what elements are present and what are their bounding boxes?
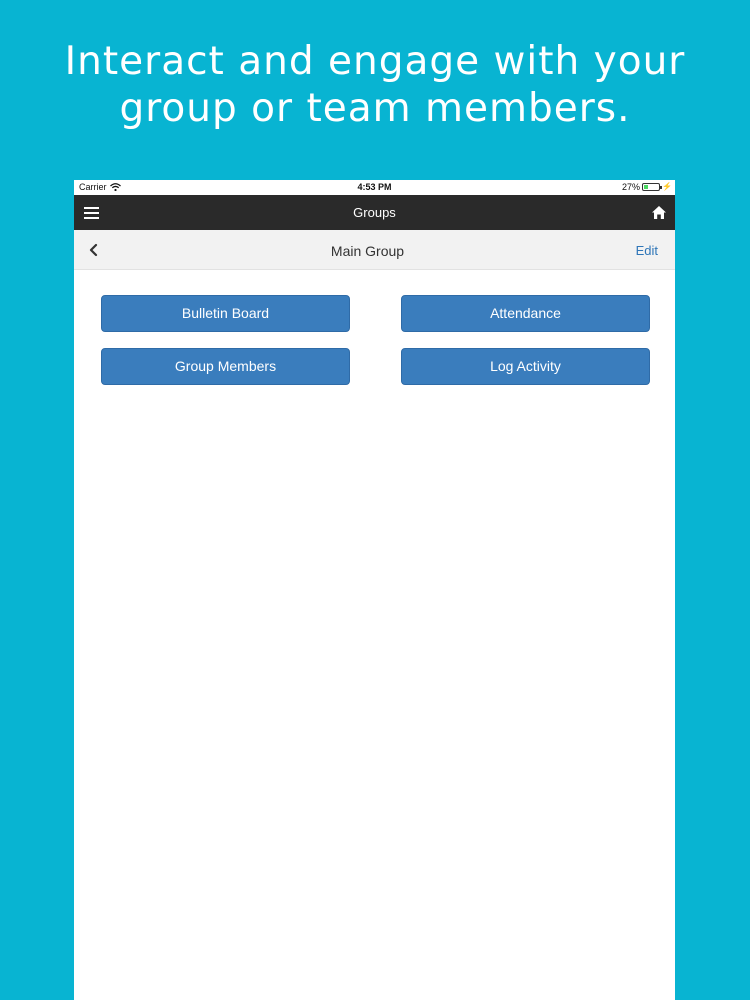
group-members-button[interactable]: Group Members: [101, 348, 350, 385]
bulletin-board-button[interactable]: Bulletin Board: [101, 295, 350, 332]
log-activity-button[interactable]: Log Activity: [401, 348, 650, 385]
headline-line-1: Interact and engage with your: [64, 39, 686, 84]
nav-bar: Groups: [74, 195, 675, 230]
promo-headline: Interact and engage with your group or t…: [0, 38, 750, 132]
status-time: 4:53 PM: [357, 182, 392, 192]
charging-bolt-icon: ⚡: [662, 182, 672, 191]
nav-title: Groups: [353, 205, 396, 220]
app-screenshot: Carrier 4:53 PM 27% ⚡ Groups Main Group …: [74, 180, 675, 1000]
page-title: Main Group: [330, 243, 405, 259]
battery-icon: [642, 183, 663, 191]
home-icon[interactable]: [651, 205, 667, 220]
battery-fill: [644, 185, 649, 189]
battery-indicator: 27% ⚡: [622, 182, 672, 192]
sub-header: Main Group Edit: [74, 230, 675, 270]
headline-line-2: group or team members.: [119, 86, 631, 131]
attendance-button[interactable]: Attendance: [401, 295, 650, 332]
status-bar: Carrier 4:53 PM 27% ⚡: [74, 180, 675, 195]
edit-button[interactable]: Edit: [636, 243, 658, 258]
battery-percent: 27%: [622, 182, 641, 192]
